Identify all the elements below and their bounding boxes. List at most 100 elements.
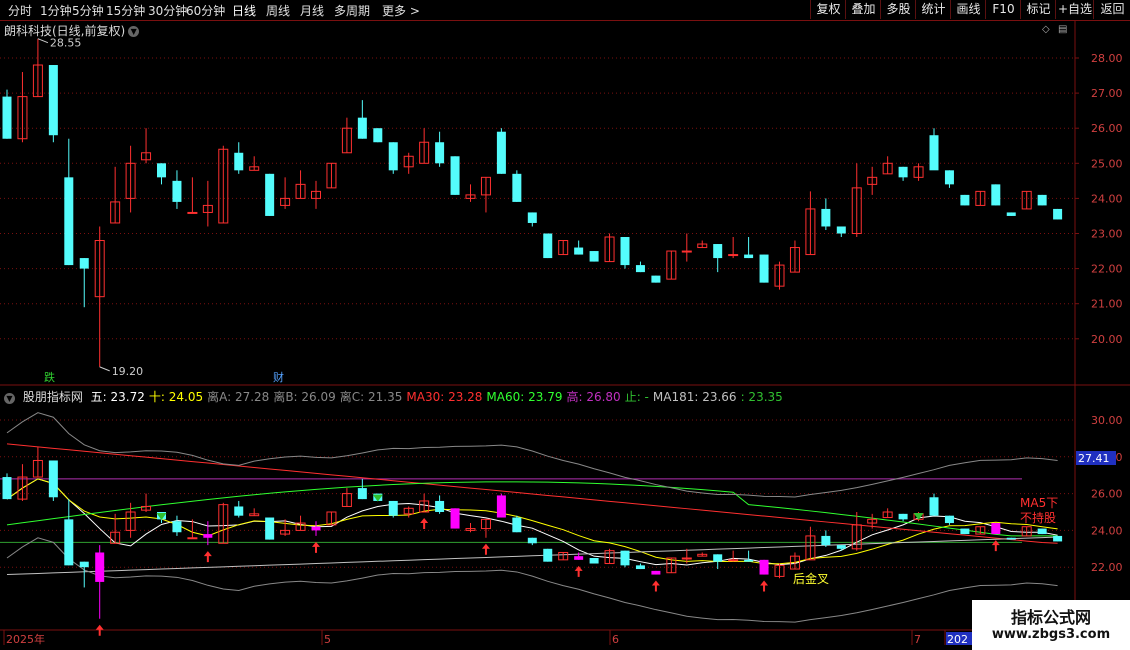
candle-body (435, 142, 445, 164)
candle-body (589, 251, 599, 262)
ind-candle-body (960, 528, 970, 535)
ind-candle-body (744, 559, 754, 562)
candle-body (48, 65, 58, 136)
buy-arrow-icon (420, 518, 429, 529)
price-tick-label: 28.00 (1091, 52, 1123, 65)
buy-arrow-icon (760, 580, 769, 592)
watermark-title: 指标公式网 (1010, 608, 1091, 627)
ind-candle-body (450, 508, 460, 529)
price-tick-label: 20.00 (1091, 333, 1123, 346)
candle-body (744, 254, 754, 259)
band-lower (6, 537, 1058, 623)
candle-body (759, 254, 769, 283)
candle-body (651, 275, 661, 283)
price-tick-label: 26.00 (1091, 122, 1123, 135)
candle-body (1053, 208, 1063, 220)
ind-candle-body (898, 513, 908, 520)
price-tick-label: 22.00 (1091, 263, 1123, 276)
indicator-item-5: MA30: 23.28 (406, 390, 483, 404)
ind-candle-body (1037, 528, 1047, 535)
candle-body (574, 247, 584, 255)
candle-body (2, 96, 12, 139)
indicator-legend: ▼ 股朋指标网 五: 23.72 十: 24.05 离A: 27.28 离B: 26.… (4, 388, 787, 405)
ind-candle-body (836, 545, 846, 549)
buy-arrow-icon (203, 551, 212, 563)
buy-arrow-icon (312, 541, 320, 553)
candle-body (836, 226, 846, 234)
buy-arrow-icon (481, 543, 490, 555)
main-chart[interactable]: 28.00 27.00 26.00 25.00 24.00 23.00 22.00 21.00… (0, 0, 1130, 650)
low-pointer (99, 366, 110, 372)
watermark-url: www.zbgs3.com (991, 627, 1111, 642)
ind-tick-label: 22.00 (1091, 561, 1123, 574)
candle-body (234, 152, 244, 171)
candle-body (620, 237, 630, 266)
candle-body (157, 163, 166, 178)
ind-candle-body (589, 558, 599, 564)
indicator-item-7: 高: 26.80 (566, 390, 621, 404)
candle-body (527, 212, 537, 223)
candle-body (373, 128, 383, 143)
candle-body (929, 135, 939, 171)
ind-candle-body (388, 500, 398, 516)
candle-body (681, 250, 692, 253)
note-cross: 后金叉 (793, 571, 829, 586)
ind-tick-label: 26.00 (1091, 488, 1123, 501)
date-label: 6 (612, 633, 619, 646)
buy-arrow-icon (991, 540, 1000, 552)
note-ma5-line2: 不持股 (1020, 510, 1056, 525)
indicator-item-9: MA181: 23.66 (652, 390, 737, 404)
ind-candle-body (759, 559, 769, 575)
candle-body (172, 180, 182, 202)
candle-body (944, 170, 954, 185)
indicator-item-2: 离A: 27.28 (207, 390, 270, 404)
ind-candle-body (311, 526, 321, 531)
indicator-item-8: 止: - (624, 390, 649, 404)
ind-candle-body (357, 488, 367, 500)
ind-candle-body (2, 477, 12, 500)
ind-candle-body (944, 515, 954, 524)
buy-arrow-icon (651, 580, 660, 592)
candle-body (357, 117, 367, 139)
candle-body (450, 156, 460, 195)
candle-body (496, 131, 506, 174)
ind-candle-body (651, 570, 661, 575)
ind-candle-body (435, 500, 445, 512)
ind-candle-body (79, 561, 89, 568)
marker-cai: 财 (273, 370, 284, 384)
ind-candle-body (929, 497, 939, 516)
indicator-item-0: 五: 23.72 (90, 390, 145, 404)
high-pointer (37, 38, 49, 44)
indicator-item-3: 离B: 26.09 (273, 390, 336, 404)
ind-candle-body (172, 521, 182, 533)
date-label: 7 (914, 633, 921, 646)
candle-body (960, 194, 970, 206)
indicator-item-1: 十: 24.05 (148, 390, 204, 404)
candle-body (728, 254, 739, 257)
candle-body (713, 244, 723, 259)
ind-candle-body (187, 537, 198, 540)
ind-candle-body (991, 523, 1001, 535)
candle-body (821, 208, 831, 227)
low-label: 19.20 (112, 365, 144, 378)
price-tick-label: 23.00 (1091, 228, 1123, 241)
buy-arrow-icon (574, 565, 583, 577)
ind-candle-body (620, 550, 630, 566)
indicator-item-4: 离C: 21.35 (339, 390, 403, 404)
candle-body (991, 184, 1001, 206)
date-label: 5 (324, 633, 331, 646)
ind-candle-body (48, 460, 58, 498)
current-value-label: 27.41 (1078, 452, 1110, 465)
marker-die: 跌 (44, 370, 55, 384)
ind-tick-label: 30.00 (1091, 414, 1123, 427)
high-label: 28.55 (50, 37, 82, 50)
ind-candle-body (681, 557, 692, 560)
candle-body (898, 166, 908, 178)
ind-candle-body (95, 552, 105, 582)
note-ma5-line1: MA5下 (1020, 496, 1058, 510)
chevron-down-icon[interactable]: ▼ (4, 393, 15, 404)
ind-candle-body (728, 559, 739, 562)
price-tick-label: 27.00 (1091, 87, 1123, 100)
ind-candle-body (1006, 537, 1016, 540)
candle-body (543, 233, 553, 259)
